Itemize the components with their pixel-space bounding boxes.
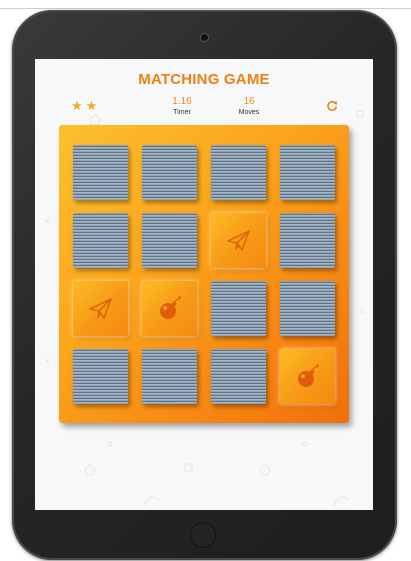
card-face-down[interactable] (211, 349, 266, 404)
card-face-up[interactable] (142, 281, 197, 336)
card-face-up[interactable] (73, 281, 128, 336)
card-face-up[interactable] (280, 349, 335, 404)
card-face-down[interactable] (280, 281, 335, 336)
game-screen: MATCHING GAME ★ ★ 1.16 Timer 16 Moves (35, 59, 373, 510)
card-face-down[interactable] (142, 349, 197, 404)
moves-stat: 16 Moves (224, 96, 274, 118)
card-board (59, 125, 349, 423)
card-face-down[interactable] (73, 145, 128, 200)
moves-label: Moves (238, 109, 260, 116)
card-face-down[interactable] (142, 213, 197, 268)
card-face-down[interactable] (211, 145, 266, 200)
tablet-frame: MATCHING GAME ★ ★ 1.16 Timer 16 Moves (12, 10, 397, 560)
star-icon: ★ (71, 98, 83, 113)
timer-stat: 1.16 Timer (157, 96, 207, 118)
card-face-up[interactable] (211, 213, 266, 268)
refresh-icon (327, 101, 337, 111)
star-icon: ★ (85, 98, 98, 113)
timer-value: 1.16 (172, 96, 192, 107)
card-face-down[interactable] (280, 145, 335, 200)
star-rating: ★ ★ (71, 99, 97, 112)
timer-label: Timer (173, 109, 191, 116)
card-face-down[interactable] (280, 213, 335, 268)
camera-icon (201, 34, 208, 41)
card-face-down[interactable] (142, 145, 197, 200)
home-button[interactable] (190, 522, 216, 548)
card-face-down[interactable] (73, 213, 128, 268)
moves-value: 16 (243, 96, 255, 107)
card-face-down[interactable] (211, 281, 266, 336)
card-face-down[interactable] (73, 349, 128, 404)
game-title: MATCHING GAME (138, 71, 270, 88)
browser-edge-line (0, 8, 411, 9)
restart-button[interactable] (326, 99, 338, 111)
